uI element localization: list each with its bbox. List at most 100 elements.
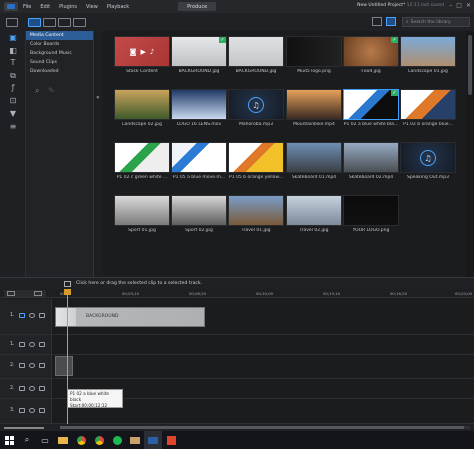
media-tile[interactable]: ✓ BACKGROUND.jpg [171, 36, 227, 74]
menu-playback[interactable]: Playback [107, 4, 129, 10]
edit-tag-icon[interactable]: ✎ [48, 87, 56, 95]
media-scrollbar[interactable] [466, 31, 474, 277]
category-media-content[interactable]: Media Content [26, 31, 93, 40]
media-thumbnail[interactable] [343, 195, 399, 226]
list-view-icon[interactable] [372, 17, 382, 26]
media-tile[interactable]: Landscape 02.jpg [114, 89, 170, 127]
media-thumbnail[interactable]: ✓ [343, 89, 399, 120]
media-tile[interactable]: Landscape 01.jpg [400, 36, 456, 74]
transition-room-icon[interactable]: ⧉ [8, 71, 18, 80]
audio-thumbnail[interactable]: ♫ [400, 142, 456, 173]
media-thumbnail[interactable] [286, 195, 342, 226]
media-tile[interactable]: Travel 02.jpg [286, 195, 342, 233]
lock-icon[interactable] [39, 386, 45, 391]
video-track-icon[interactable] [19, 363, 25, 368]
import-media-icon[interactable] [6, 17, 18, 27]
media-thumbnail[interactable] [343, 142, 399, 173]
media-thumbnail[interactable] [114, 195, 170, 226]
media-thumbnail[interactable] [286, 89, 342, 120]
visibility-icon[interactable] [29, 408, 35, 413]
menu-file[interactable]: File [23, 4, 31, 10]
scroll-thumb[interactable] [468, 35, 472, 95]
media-tile[interactable]: P1 02 c green white ... [114, 142, 170, 180]
lock-icon[interactable] [39, 408, 45, 413]
video-filter-icon[interactable] [43, 17, 56, 27]
zoom-slider[interactable] [4, 427, 44, 429]
timeline-scrollbar[interactable] [0, 424, 474, 431]
fx-room-icon[interactable]: ƒ [8, 83, 18, 92]
media-thumbnail[interactable] [228, 195, 284, 226]
tag-search-icon[interactable]: ⌕ [35, 87, 43, 95]
media-thumbnail[interactable] [228, 36, 284, 67]
video-track-icon[interactable] [19, 313, 25, 318]
media-tile[interactable]: P1 05 a blue move.m... [171, 142, 227, 180]
photo-icon[interactable] [126, 431, 144, 449]
media-thumbnail[interactable] [114, 142, 170, 173]
app-icon[interactable] [162, 431, 180, 449]
menu-view[interactable]: View [86, 4, 98, 10]
effect-room-icon[interactable]: ◧ [8, 46, 18, 55]
minimize-button[interactable]: – [449, 2, 452, 9]
media-tile[interactable]: ✓ P1 02 a blue white bla... [343, 89, 399, 127]
media-tile[interactable]: P1 02 b orange blue... [400, 89, 456, 127]
media-thumbnail[interactable] [171, 142, 227, 173]
media-tile[interactable]: ♫ Mahoroba.mp3 [228, 89, 284, 127]
lock-icon[interactable] [39, 363, 45, 368]
search-icon[interactable]: ⌕ [18, 431, 36, 449]
folder-icon[interactable] [54, 431, 72, 449]
media-thumbnail[interactable] [171, 89, 227, 120]
library-search-input[interactable]: ⌕ Search the library [402, 17, 470, 27]
audio-mix-room-icon[interactable]: ≡ [8, 122, 18, 131]
media-thumbnail[interactable] [400, 36, 456, 67]
task-view-icon[interactable]: ▭ [36, 431, 54, 449]
all-media-filter-icon[interactable] [28, 17, 41, 27]
audio-track-1[interactable]: 1. [0, 335, 474, 355]
video-track-icon[interactable] [19, 408, 25, 413]
produce-button[interactable]: Produce [178, 2, 217, 11]
visibility-icon[interactable] [29, 363, 35, 368]
media-tile[interactable]: ♫ Speaking Out.mp3 [400, 142, 456, 180]
particle-room-icon[interactable]: ▼ [8, 109, 18, 118]
media-tile[interactable]: Skateboard 01.mp4 [286, 142, 342, 180]
audio-track-icon[interactable] [19, 386, 25, 391]
mute-icon[interactable] [29, 342, 35, 347]
snap-icon[interactable] [34, 291, 42, 296]
chrome-icon[interactable] [72, 431, 90, 449]
image-filter-icon[interactable] [58, 17, 71, 27]
category-sound-clips[interactable]: Sound Clips [26, 58, 93, 67]
media-thumbnail[interactable]: ◙ ▶ ♪ [114, 36, 170, 67]
timeline-hint-text[interactable]: Click here or drag the selected clip to … [76, 281, 202, 286]
media-tile[interactable]: BACKGROUND.jpg [228, 36, 284, 74]
mute-icon[interactable] [29, 386, 35, 391]
media-tile[interactable]: Travel 01.jpg [228, 195, 284, 233]
audio-thumbnail[interactable]: ♫ [228, 89, 284, 120]
category-background-music[interactable]: Background Music [26, 49, 93, 58]
grid-view-icon[interactable] [386, 17, 396, 26]
spotify-icon[interactable] [108, 431, 126, 449]
collapse-arrow-icon[interactable]: « [96, 94, 100, 101]
visibility-icon[interactable] [29, 313, 35, 318]
media-thumbnail[interactable] [286, 142, 342, 173]
media-thumbnail[interactable] [400, 89, 456, 120]
audio-track-icon[interactable] [19, 342, 25, 347]
windows-icon[interactable] [0, 431, 18, 449]
track-manager-icon[interactable] [7, 291, 15, 296]
lock-icon[interactable] [39, 342, 45, 347]
category-color-boards[interactable]: Color Boards [26, 40, 93, 49]
panel-collapse-bar[interactable]: « [95, 31, 103, 277]
pip-room-icon[interactable]: ⊡ [8, 96, 18, 105]
lock-icon[interactable] [39, 313, 45, 318]
menu-edit[interactable]: Edit [40, 4, 50, 10]
video-clip[interactable]: BACKGROUND [55, 307, 205, 327]
media-tile[interactable]: LOGO 16 LENS.mov [171, 89, 227, 127]
media-tile[interactable]: P1 05 b orange yellow... [228, 142, 284, 180]
media-thumbnail[interactable] [286, 36, 342, 67]
timeline-scroll-track[interactable] [60, 426, 470, 429]
category-downloaded[interactable]: Downloaded [26, 67, 93, 76]
menu-plugins[interactable]: Plugins [59, 4, 77, 10]
media-room-icon[interactable]: ▣ [8, 33, 18, 42]
media-tile[interactable]: ✓ Food.jpg [343, 36, 399, 74]
media-tile[interactable]: Mud5 logo.png [286, 36, 342, 74]
powerdirector-icon[interactable] [144, 431, 162, 449]
video-track-1[interactable]: 1. BACKGROUND [0, 299, 474, 335]
